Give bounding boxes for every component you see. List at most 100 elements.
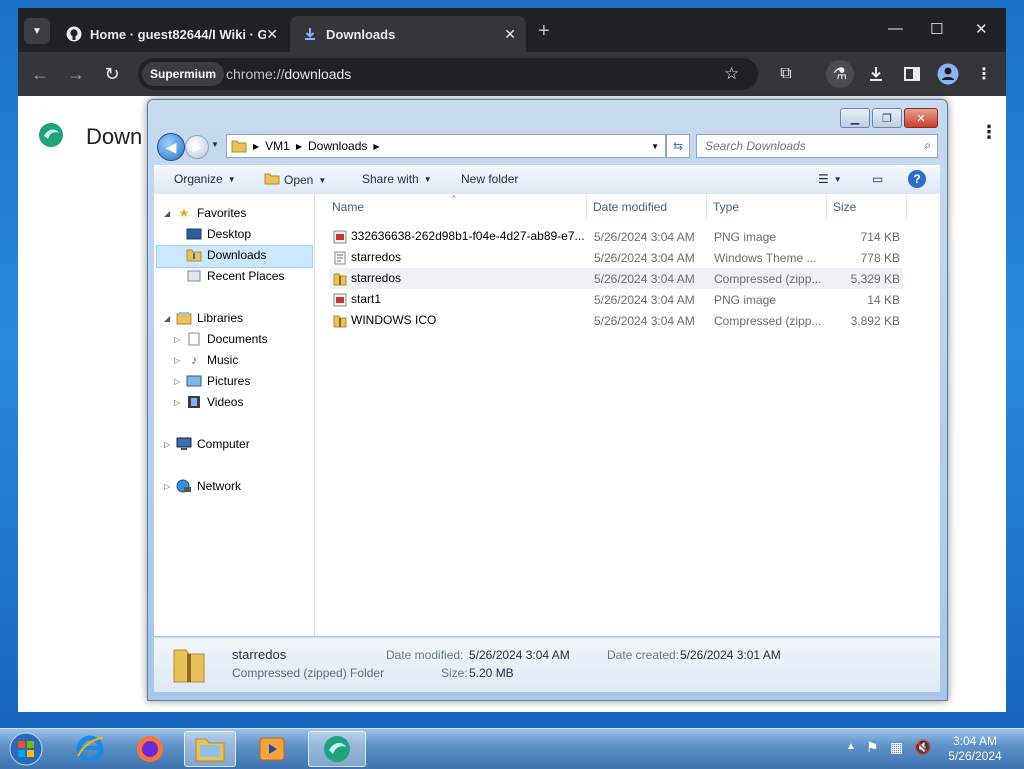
nav-documents[interactable]: ▷ Documents [174, 332, 268, 346]
file-list: Name ^ Date modified Type Size 332636638… [315, 194, 940, 636]
help-icon[interactable]: ? [908, 170, 926, 188]
recent-pages-dropdown[interactable]: ▼ [211, 140, 219, 149]
network-tray-icon[interactable]: ▦ [890, 739, 903, 756]
media-player-icon[interactable] [246, 731, 298, 767]
nav-pictures[interactable]: ▷ Pictures [174, 374, 250, 388]
tab-search-button[interactable]: ▼ [24, 18, 50, 44]
file-row[interactable]: starredos 5/26/2024 3:04 AM Windows Them… [329, 247, 903, 268]
file-row[interactable]: WINDOWS ICO 5/26/2024 3:04 AM Compressed… [329, 310, 903, 331]
back-arrow-icon[interactable]: ← [28, 62, 52, 86]
nav-videos[interactable]: ▷ Videos [174, 395, 243, 409]
forward-button[interactable]: ▶ [185, 135, 209, 159]
explorer-close-button[interactable]: ✕ [904, 108, 938, 128]
pictures-icon [186, 374, 202, 388]
open-button[interactable]: Open ▼ [264, 172, 326, 188]
nav-recent-places[interactable]: Recent Places [186, 269, 284, 283]
collapse-triangle-icon[interactable]: ◢ [164, 209, 170, 218]
expand-triangle-icon[interactable]: ▷ [174, 335, 180, 344]
close-tab-icon[interactable]: ✕ [266, 26, 278, 43]
taskbar: ▲ ⚑ ▦ 🔇 3:04 AM 5/26/2024 [0, 728, 1024, 769]
breadcrumb-downloads[interactable]: Downloads [308, 139, 367, 153]
details-pane: starredos Compressed (zipped) Folder Dat… [154, 637, 940, 692]
nav-libraries[interactable]: ◢ Libraries [164, 311, 243, 325]
minimize-icon[interactable]: — [888, 20, 903, 37]
expand-triangle-icon[interactable]: ▷ [174, 398, 180, 407]
labs-flask-icon[interactable]: ⚗ [826, 60, 854, 88]
zip-folder-large-icon [172, 644, 206, 687]
explorer-window: ▁ ❐ ✕ ◀ ▶ ▼ ▶ VM1 ▶ Downloads ▶ ▼ ⇆ ⌕ Or… [147, 99, 948, 701]
nav-favorites[interactable]: ◢ ★ Favorites [164, 206, 246, 220]
start-button[interactable] [0, 731, 52, 767]
address-dropdown-icon[interactable]: ▼ [651, 142, 659, 151]
firefox-icon[interactable] [124, 731, 176, 767]
page-menu-kebab-icon[interactable]: ⋮ [980, 122, 998, 143]
breadcrumb-arrow-icon[interactable]: ▶ [253, 142, 259, 151]
network-icon [176, 479, 192, 493]
expand-triangle-icon[interactable]: ▷ [164, 482, 170, 491]
browser-chip[interactable]: Supermium [142, 62, 225, 86]
close-tab-icon[interactable]: ✕ [504, 26, 516, 43]
expand-triangle-icon[interactable]: ▷ [174, 356, 180, 365]
forward-arrow-icon[interactable]: → [64, 62, 88, 86]
clock[interactable]: 3:04 AM 5/26/2024 [940, 734, 1010, 764]
explorer-minimize-button[interactable]: ▁ [840, 108, 870, 128]
new-folder-button[interactable]: New folder [461, 172, 518, 186]
zip-icon [333, 272, 347, 286]
column-type[interactable]: Type [707, 194, 827, 220]
supermium-taskbar-button[interactable] [308, 731, 366, 767]
nav-downloads[interactable]: Downloads [186, 248, 266, 262]
tab-strip: ▼ Home · guest82644/I Wiki · Gi ✕ Downlo… [18, 8, 1006, 52]
bookmark-star-icon[interactable]: ☆ [724, 64, 739, 84]
downloads-page-logo-icon [38, 122, 64, 148]
file-row[interactable]: start1 5/26/2024 3:04 AM PNG image 14 KB [329, 289, 903, 310]
profile-avatar-icon[interactable] [936, 62, 960, 86]
downloads-folder-icon [186, 248, 202, 262]
nav-music[interactable]: ▷ ♪ Music [174, 353, 238, 367]
internet-explorer-icon[interactable] [64, 731, 116, 767]
preview-pane-icon[interactable]: ▭ [872, 172, 883, 186]
breadcrumb-vm1[interactable]: VM1 [265, 139, 290, 153]
side-panel-icon[interactable] [900, 62, 924, 86]
refresh-icon[interactable]: ⇆ [666, 134, 690, 158]
action-center-flag-icon[interactable]: ⚑ [866, 739, 879, 756]
nav-computer[interactable]: ▷ Computer [164, 437, 250, 451]
recent-places-icon [186, 269, 202, 283]
extensions-icon[interactable]: ⧉ [774, 62, 798, 86]
address-bar[interactable]: Supermium chrome://downloads ☆ [138, 58, 758, 90]
expand-triangle-icon[interactable]: ▷ [164, 440, 170, 449]
expand-triangle-icon[interactable]: ▷ [174, 377, 180, 386]
explorer-restore-button[interactable]: ❐ [872, 108, 902, 128]
show-hidden-icons-icon[interactable]: ▲ [846, 741, 856, 752]
volume-muted-icon[interactable]: 🔇 [914, 739, 931, 756]
back-button[interactable]: ◀ [157, 133, 185, 161]
column-date-modified[interactable]: Date modified [587, 194, 707, 220]
new-tab-plus-icon[interactable]: + [538, 20, 550, 43]
address-breadcrumb[interactable]: ▶ VM1 ▶ Downloads ▶ ▼ [226, 134, 666, 158]
menu-kebab-icon[interactable]: ⋮ [972, 62, 996, 86]
file-row[interactable]: 332636638-262d98b1-f04e-4d27-ab89-e7... … [329, 226, 903, 247]
organize-button[interactable]: Organize ▼ [174, 172, 236, 186]
maximize-icon[interactable]: ☐ [930, 20, 943, 38]
share-with-button[interactable]: Share with ▼ [362, 172, 432, 186]
search-icon[interactable]: ⌕ [924, 138, 931, 153]
tab-github-wiki[interactable]: Home · guest82644/I Wiki · Gi ✕ [54, 16, 288, 52]
close-window-icon[interactable]: ✕ [975, 20, 988, 38]
nav-network[interactable]: ▷ Network [164, 479, 241, 493]
details-date-created: 5/26/2024 3:01 AM [680, 648, 781, 662]
reload-icon[interactable]: ↻ [100, 62, 124, 86]
nav-desktop[interactable]: Desktop [186, 227, 251, 241]
file-explorer-taskbar-button[interactable] [184, 731, 236, 767]
breadcrumb-arrow-icon[interactable]: ▶ [296, 142, 302, 151]
breadcrumb-arrow-icon[interactable]: ▶ [373, 142, 379, 151]
column-name[interactable]: Name [315, 194, 587, 220]
collapse-triangle-icon[interactable]: ◢ [164, 314, 170, 323]
file-row-selected[interactable]: starredos 5/26/2024 3:04 AM Compressed (… [329, 268, 903, 289]
sort-caret-icon: ^ [452, 194, 456, 203]
search-input[interactable] [703, 137, 913, 155]
libraries-icon [176, 311, 192, 325]
tab-downloads[interactable]: Downloads ✕ [290, 16, 526, 52]
download-icon[interactable] [864, 62, 888, 86]
search-box[interactable]: ⌕ [696, 134, 938, 158]
view-options-icon[interactable]: ☰ ▼ [818, 172, 842, 186]
column-size[interactable]: Size [827, 194, 907, 220]
